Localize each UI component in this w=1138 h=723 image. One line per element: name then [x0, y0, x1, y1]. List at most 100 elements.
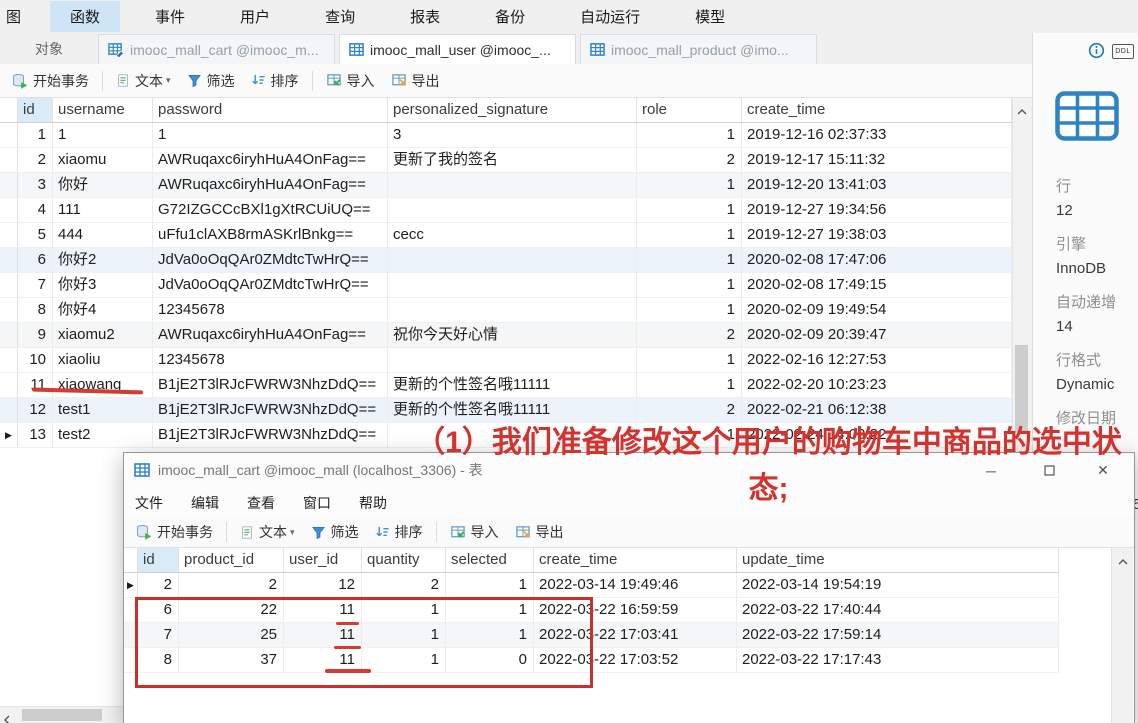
- cell-id[interactable]: 3: [18, 173, 53, 197]
- cell-product_id[interactable]: 2: [179, 573, 284, 597]
- cell-username[interactable]: 你好3: [53, 273, 153, 297]
- cell-create_time[interactable]: 2022-02-21 06:12:38: [742, 398, 1012, 422]
- column-header-password[interactable]: password: [153, 98, 388, 122]
- cell-product_id[interactable]: 25: [179, 623, 284, 647]
- menu-item-query[interactable]: 查询: [305, 1, 375, 32]
- column-header-role[interactable]: role: [637, 98, 742, 122]
- cell-username[interactable]: xiaowang: [53, 373, 153, 397]
- vertical-scroll-thumb[interactable]: [1015, 345, 1028, 432]
- cell-create_time[interactable]: 2022-03-22 17:03:52: [534, 648, 737, 672]
- table-row[interactable]: 8 你好4 12345678 1 2020-02-09 19:49:54: [0, 298, 1012, 323]
- row-marker[interactable]: [0, 323, 18, 347]
- cell-role[interactable]: 1: [637, 423, 742, 447]
- table-row[interactable]: 4 111 G72IZGCCcBXl1gXtRCUiUQ== 1 2019-12-27 …: [0, 198, 1012, 223]
- cell-personalized_signature[interactable]: cecc: [388, 223, 637, 247]
- row-marker[interactable]: [124, 648, 138, 672]
- import-button[interactable]: 导入: [318, 68, 383, 94]
- cell-update_time[interactable]: 2022-03-22 17:17:43: [737, 648, 1059, 672]
- filter-button[interactable]: 筛选: [303, 519, 367, 545]
- menu-item-report[interactable]: 报表: [390, 1, 460, 32]
- row-marker[interactable]: [0, 273, 18, 297]
- cell-username[interactable]: 111: [53, 198, 153, 222]
- cell-password[interactable]: 1: [153, 123, 388, 147]
- table-row[interactable]: ▶ 2 2 12 2 1 2022-03-14 19:49:46 2022-03-14 19:…: [124, 573, 1059, 598]
- menu-item-model[interactable]: 模型: [675, 1, 745, 32]
- row-marker[interactable]: [0, 123, 18, 147]
- info-icon[interactable]: [1088, 42, 1105, 63]
- cell-role[interactable]: 1: [637, 198, 742, 222]
- cell-create_time[interactable]: 2022-02-20 10:23:23: [742, 373, 1012, 397]
- cell-username[interactable]: test1: [53, 398, 153, 422]
- cell-create_time[interactable]: 2019-12-27 19:34:56: [742, 198, 1012, 222]
- cell-username[interactable]: 你好4: [53, 298, 153, 322]
- cell-id[interactable]: 1: [18, 123, 53, 147]
- column-header-user_id[interactable]: user_id: [284, 548, 362, 572]
- table-row[interactable]: 9 xiaomu2 AWRuqaxc6iryhHuA4OnFag== 祝你今天好心情 2…: [0, 323, 1012, 348]
- cell-quantity[interactable]: 1: [362, 648, 446, 672]
- row-marker[interactable]: [0, 173, 18, 197]
- column-header-id[interactable]: id: [138, 548, 179, 572]
- cell-role[interactable]: 1: [637, 248, 742, 272]
- cell-password[interactable]: JdVa0oOqQAr0ZMdtcTwHrQ==: [153, 248, 388, 272]
- main-horizontal-scrollbar[interactable]: [0, 706, 123, 723]
- cell-update_time[interactable]: 2022-03-22 17:40:44: [737, 598, 1059, 622]
- popup-menu-view[interactable]: 查看: [236, 493, 286, 513]
- menu-item-automation[interactable]: 自动运行: [560, 1, 660, 32]
- cell-create_time[interactable]: 2019-12-20 13:41:03: [742, 173, 1012, 197]
- cell-password[interactable]: G72IZGCCcBXl1gXtRCUiUQ==: [153, 198, 388, 222]
- cell-personalized_signature[interactable]: 3: [388, 123, 637, 147]
- cell-personalized_signature[interactable]: [388, 423, 637, 447]
- row-marker[interactable]: [0, 373, 18, 397]
- popup-vertical-scrollbar[interactable]: [1111, 548, 1133, 723]
- column-header-personalized_signature[interactable]: personalized_signature: [388, 98, 637, 122]
- cell-user_id[interactable]: 11: [284, 623, 362, 647]
- table-row[interactable]: 7 你好3 JdVa0oOqQAr0ZMdtcTwHrQ== 1 2020-02-08 …: [0, 273, 1012, 298]
- ddl-icon[interactable]: DDL: [1112, 44, 1134, 59]
- cell-create_time[interactable]: 2019-12-17 15:11:32: [742, 148, 1012, 172]
- cell-create_time[interactable]: 2022-02-24 14:09:22: [742, 423, 1012, 447]
- popup-menu-help[interactable]: 帮助: [348, 493, 398, 513]
- cell-id[interactable]: 8: [138, 648, 179, 672]
- cell-id[interactable]: 10: [18, 348, 53, 372]
- import-button[interactable]: 导入: [442, 519, 507, 545]
- column-header-product_id[interactable]: product_id: [179, 548, 284, 572]
- scroll-left-icon[interactable]: [4, 712, 10, 723]
- table-row[interactable]: 1 1 1 3 1 2019-12-16 02:37:33: [0, 123, 1012, 148]
- cell-quantity[interactable]: 1: [362, 598, 446, 622]
- cell-role[interactable]: 1: [637, 348, 742, 372]
- tab-imooc-mall-cart[interactable]: imooc_mall_cart @imooc_m...: [98, 34, 335, 64]
- row-marker[interactable]: [0, 298, 18, 322]
- row-marker[interactable]: [0, 398, 18, 422]
- popup-menu-window[interactable]: 窗口: [292, 493, 342, 513]
- cell-role[interactable]: 1: [637, 223, 742, 247]
- export-button[interactable]: 导出: [507, 519, 572, 545]
- cell-user_id[interactable]: 12: [284, 573, 362, 597]
- cell-personalized_signature[interactable]: [388, 273, 637, 297]
- row-marker[interactable]: [0, 248, 18, 272]
- current-row-marker[interactable]: ▶: [0, 423, 18, 447]
- cell-password[interactable]: AWRuqaxc6iryhHuA4OnFag==: [153, 323, 388, 347]
- popup-menu-file[interactable]: 文件: [124, 493, 174, 513]
- cell-selected[interactable]: 1: [446, 598, 534, 622]
- horizontal-scroll-thumb[interactable]: [22, 709, 102, 721]
- cell-role[interactable]: 2: [637, 148, 742, 172]
- export-button[interactable]: 导出: [383, 68, 448, 94]
- cell-personalized_signature[interactable]: 更新了我的签名: [388, 148, 637, 172]
- cell-username[interactable]: 你好: [53, 173, 153, 197]
- cell-id[interactable]: 6: [138, 598, 179, 622]
- cell-personalized_signature[interactable]: 更新的个性签名哦11111: [388, 398, 637, 422]
- cell-username[interactable]: xiaomu: [53, 148, 153, 172]
- text-button[interactable]: 文本 ▾: [108, 68, 179, 94]
- main-vertical-scrollbar[interactable]: [1012, 98, 1031, 452]
- menu-item-event[interactable]: 事件: [135, 1, 205, 32]
- cell-id[interactable]: 2: [138, 573, 179, 597]
- cell-personalized_signature[interactable]: [388, 198, 637, 222]
- cell-role[interactable]: 1: [637, 123, 742, 147]
- cell-id[interactable]: 8: [18, 298, 53, 322]
- cell-id[interactable]: 13: [18, 423, 53, 447]
- cell-create_time[interactable]: 2022-03-14 19:49:46: [534, 573, 737, 597]
- table-row[interactable]: 3 你好 AWRuqaxc6iryhHuA4OnFag== 1 2019-12-20 1…: [0, 173, 1012, 198]
- row-marker[interactable]: [0, 223, 18, 247]
- table-row[interactable]: 11 xiaowang B1jE2T3lRJcFWRW3NhzDdQ== 更新的个性签…: [0, 373, 1012, 398]
- table-row[interactable]: ▶ 13 test2 B1jE2T3lRJcFWRW3NhzDdQ== 1 2022-02…: [0, 423, 1012, 448]
